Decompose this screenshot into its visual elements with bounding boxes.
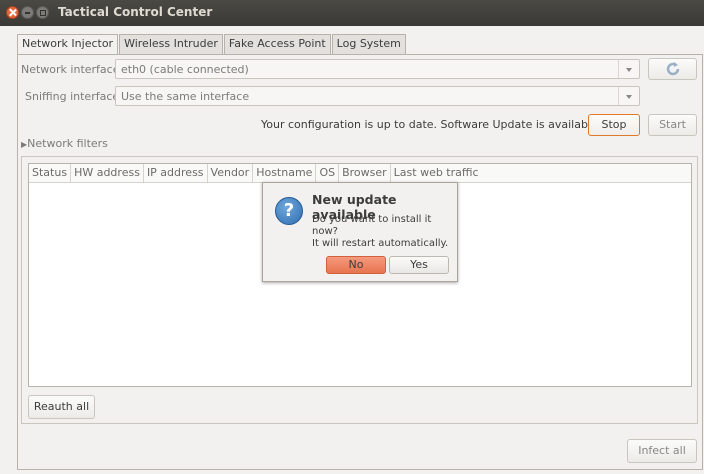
dialog-message-line-1: Do you want to install it now? xyxy=(312,214,432,237)
dialog-message-line-2: It will restart automatically. xyxy=(312,238,449,249)
close-window-icon[interactable] xyxy=(6,6,19,19)
title-bar: Tactical Control Center xyxy=(0,0,704,26)
maximize-window-icon[interactable] xyxy=(36,6,49,19)
yes-button[interactable]: Yes xyxy=(389,256,449,274)
network-filters-expander[interactable]: ▶Network filters xyxy=(21,137,108,150)
sniffing-interface-select[interactable]: Use the same interface xyxy=(115,86,640,106)
reauth-all-button[interactable]: Reauth all xyxy=(28,395,95,419)
start-button[interactable]: Start xyxy=(648,114,697,136)
chevron-down-icon xyxy=(618,87,639,105)
column-ip-address[interactable]: IP address xyxy=(144,164,208,182)
sniffing-interface-label: Sniffing interface: xyxy=(25,90,123,103)
tab-wireless-intruder[interactable]: Wireless Intruder xyxy=(119,34,223,54)
refresh-button[interactable] xyxy=(648,58,697,80)
column-hostname[interactable]: Hostname xyxy=(253,164,317,182)
tab-network-injector[interactable]: Network Injector xyxy=(17,34,119,55)
network-interface-value: eth0 (cable connected) xyxy=(121,63,249,76)
network-interface-select[interactable]: eth0 (cable connected) xyxy=(115,59,640,79)
minimize-window-icon[interactable] xyxy=(21,6,34,19)
network-filters-label: Network filters xyxy=(27,137,108,150)
column-os[interactable]: OS xyxy=(316,164,340,182)
network-interface-label: Network interface: xyxy=(21,63,124,76)
tab-bar: Network Injector Wireless Intruder Fake … xyxy=(17,34,407,55)
status-message: Your configuration is up to date. Softwa… xyxy=(261,118,602,131)
no-button[interactable]: No xyxy=(326,256,386,274)
column-browser[interactable]: Browser xyxy=(339,164,391,182)
window-title: Tactical Control Center xyxy=(58,5,213,19)
refresh-icon xyxy=(666,62,679,76)
column-hw-address[interactable]: HW address xyxy=(71,164,144,182)
column-status[interactable]: Status xyxy=(29,164,72,182)
stop-button[interactable]: Stop xyxy=(588,114,640,136)
infect-all-button[interactable]: Infect all xyxy=(627,439,697,463)
question-icon: ? xyxy=(275,197,303,225)
table-header: Status HW address IP address Vendor Host… xyxy=(29,164,691,183)
chevron-down-icon xyxy=(618,60,639,78)
column-vendor[interactable]: Vendor xyxy=(208,164,254,182)
dialog-message: Do you want to install it now? It will r… xyxy=(312,214,457,250)
sniffing-interface-value: Use the same interface xyxy=(121,90,250,103)
tab-log-system[interactable]: Log System xyxy=(331,34,406,54)
update-dialog: ? New update available Do you want to in… xyxy=(262,182,458,282)
column-last-web-traffic[interactable]: Last web traffic xyxy=(391,164,691,182)
tab-fake-access-point[interactable]: Fake Access Point xyxy=(223,34,331,54)
